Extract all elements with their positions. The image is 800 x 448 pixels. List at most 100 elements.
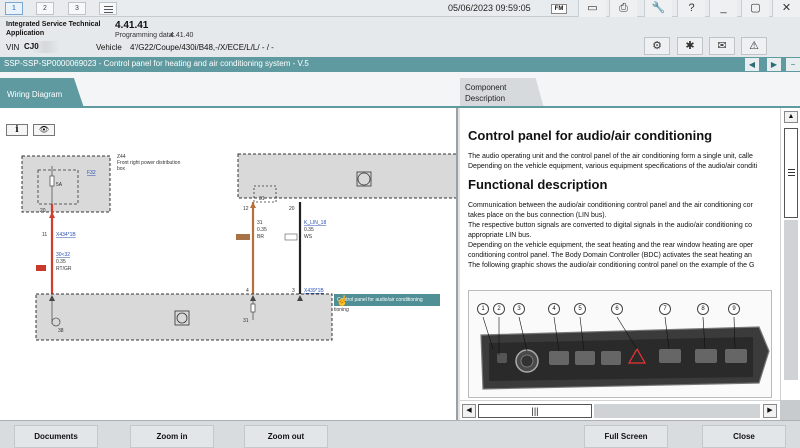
scroll-thumb-horizontal[interactable]: ||| <box>478 404 592 418</box>
doc-paragraph: The following graphic shows the audio/ai… <box>468 262 755 269</box>
collapse-icon[interactable]: − <box>786 58 800 71</box>
programming-data-value: 4.41.40 <box>170 32 194 39</box>
vehicle-label: Vehicle <box>96 43 122 52</box>
doc-paragraph: takes place on the bus connection (LIN b… <box>468 212 607 219</box>
pin-38-label: 38 <box>58 328 64 334</box>
pin-11-label: 11 <box>42 232 47 238</box>
doc-paragraph: The respective button signals are conver… <box>468 222 753 229</box>
vehicle-value: 4'/G22/Coupe/430i/B48,-/X/ECE/L/L/ - / - <box>130 43 274 52</box>
scroll-track-vertical[interactable] <box>784 220 798 380</box>
callout-3: 3 <box>513 303 525 315</box>
pin-31-top: 31 <box>259 196 265 202</box>
tab-wiring-diagram[interactable]: Wiring Diagram <box>0 78 84 108</box>
document-title: SSP-SSP-SP0000069023 - Control panel for… <box>4 59 309 68</box>
callout-4: 4 <box>548 303 560 315</box>
next-arrow-icon[interactable]: ▶ <box>767 58 781 71</box>
scroll-thumb-vertical[interactable] <box>784 128 798 218</box>
warning-icon[interactable]: ⚠ <box>741 37 767 55</box>
vertical-scrollbar[interactable]: ▲ <box>780 108 800 400</box>
wire-red-swatch <box>36 265 46 271</box>
doc-paragraph: The audio operating unit and the control… <box>468 153 753 160</box>
vehicle-info-bar: Integrated Service Technical Application… <box>0 17 800 57</box>
window-icon[interactable]: ▭ <box>578 0 606 17</box>
scroll-right-icon[interactable]: ▶ <box>763 404 777 418</box>
settings-icon[interactable]: ✱ <box>677 37 703 55</box>
x434-label: X434*1B <box>56 232 76 238</box>
datetime: 05/06/2023 09:59:05 <box>448 3 531 13</box>
doc-heading-1: Control panel for audio/air conditioning <box>468 128 713 143</box>
doc-paragraph: Depending on the vehicle equipment, the … <box>468 242 754 249</box>
nav-page-3[interactable]: 3 <box>68 2 86 15</box>
k-lin-color: WS <box>304 234 313 240</box>
tab-row: Wiring Diagram Component Description <box>0 72 800 108</box>
pin-4-label: 4 <box>246 288 249 294</box>
z44-desc-1: Front right power distribution <box>117 160 181 166</box>
app-label: Integrated Service Technical Application <box>6 21 101 37</box>
horizontal-scrollbar[interactable]: ◀ ||| ▶ <box>460 400 780 420</box>
callout-1: 1 <box>477 303 489 315</box>
callout-5: 5 <box>574 303 586 315</box>
hvac-module-box <box>237 153 456 199</box>
doc-paragraph: appropriate LIN bus. <box>468 232 532 239</box>
k-lin-label: K_LIN_18 <box>304 220 326 226</box>
mail-icon[interactable]: ✉ <box>709 37 735 55</box>
eye-icon[interactable]: 👁 <box>33 124 55 136</box>
help-icon[interactable]: ? <box>677 0 705 17</box>
doc-paragraph: Depending on the vehicle equipment, vari… <box>468 163 758 170</box>
wire-1-color: RT/GR <box>56 266 72 272</box>
nav-page-2[interactable]: 2 <box>36 2 54 15</box>
control-panel-image[interactable]: 1 2 3 4 5 6 7 8 9 <box>468 290 772 398</box>
document-content: Control panel for audio/air conditioning… <box>468 128 780 271</box>
vin-label: VIN <box>6 43 20 52</box>
vin-value: CJ0 <box>24 41 60 53</box>
wire-2-color: BR <box>257 234 264 240</box>
prev-arrow-icon[interactable]: ◀ <box>745 58 759 71</box>
list-icon[interactable] <box>99 2 117 15</box>
fuse-symbol <box>49 175 55 187</box>
callout-7: 7 <box>659 303 671 315</box>
restore-icon[interactable]: ▢ <box>741 0 769 17</box>
fm-button[interactable]: FM <box>551 4 567 14</box>
zoom-out-button[interactable]: Zoom out <box>244 425 328 448</box>
fuse-rating: 5A <box>56 182 63 188</box>
wire-2-num: 31 <box>257 220 263 226</box>
corner-spacer <box>780 400 800 420</box>
info-button[interactable]: i <box>6 124 28 136</box>
close-button[interactable]: Close <box>702 425 786 448</box>
doc-heading-2: Functional description <box>468 177 608 192</box>
control-panel-box <box>35 293 333 341</box>
full-screen-button[interactable]: Full Screen <box>584 425 668 448</box>
hover-tooltip: Control panel for audio/air conditioning <box>334 294 440 306</box>
pin-12-label: 12 <box>243 206 249 212</box>
f32-label: F32 <box>87 170 96 176</box>
pin-31-bottom: 31 <box>243 318 249 324</box>
tab-component-description[interactable]: Component Description <box>460 78 544 108</box>
wire-1-spec: 30<32 <box>56 252 70 258</box>
bottom-toolbar: Documents Zoom in Zoom out Full Screen C… <box>0 420 800 448</box>
wire-white-swatch <box>284 233 298 241</box>
scroll-up-icon[interactable]: ▲ <box>784 111 798 123</box>
wire-1-size: 0.35 <box>56 259 66 265</box>
zoom-in-button[interactable]: Zoom in <box>130 425 214 448</box>
minimize-icon[interactable]: _ <box>709 0 737 17</box>
close-icon[interactable]: ✕ <box>772 0 800 17</box>
printer-icon[interactable]: ⎙ <box>609 0 637 17</box>
callout-9: 9 <box>728 303 740 315</box>
z44-desc-2: box <box>117 166 126 172</box>
doc-paragraph: conditioning control panel. The Body Dom… <box>468 252 752 259</box>
nav-page-1[interactable]: 1 <box>5 2 23 15</box>
top-bar: 1 2 3 05/06/2023 09:59:05 FM ▭ ⎙ 🔧 ? _ ▢… <box>0 0 800 17</box>
doc-paragraph: Communication between the audio/air cond… <box>468 202 753 209</box>
callout-2: 2 <box>493 303 505 315</box>
wiring-diagram[interactable]: 5A Z44 Front right power distribution bo… <box>0 108 458 420</box>
component-description-pane[interactable]: Control panel for audio/air conditioning… <box>460 108 780 400</box>
callout-6: 6 <box>611 303 623 315</box>
pin-20b-label: 20 <box>289 206 295 212</box>
documents-button[interactable]: Documents <box>14 425 98 448</box>
scroll-track-horizontal[interactable] <box>594 404 760 418</box>
tools-icon[interactable]: ⚙ <box>644 37 670 55</box>
wiring-diagram-pane[interactable]: 5A Z44 Front right power distribution bo… <box>0 108 458 420</box>
tooltip-tail: tioning <box>334 307 349 313</box>
scroll-left-icon[interactable]: ◀ <box>462 404 476 418</box>
wrench-icon[interactable]: 🔧 <box>644 0 672 17</box>
